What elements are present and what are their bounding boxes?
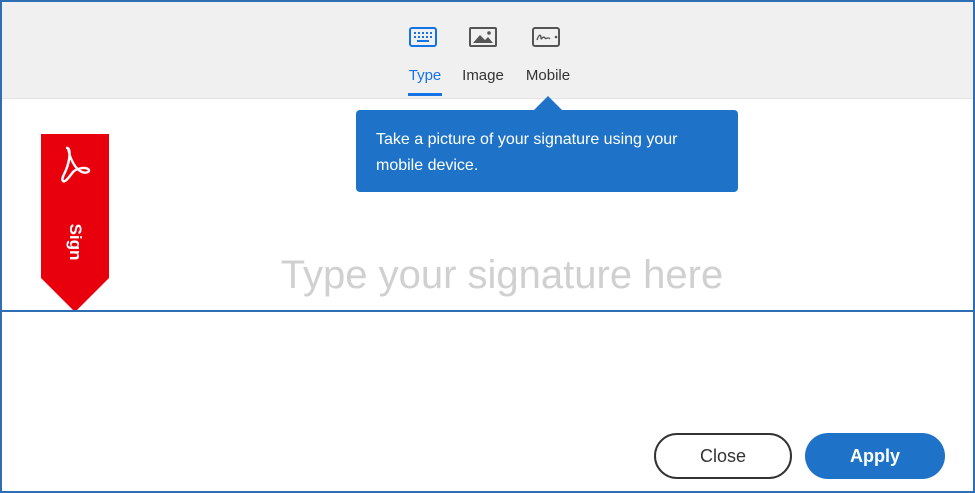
mobile-device-icon[interactable] (532, 26, 560, 48)
sign-ribbon-label: Sign (66, 223, 85, 261)
signature-dialog: Type Image Mobile Take a picture of your… (0, 0, 975, 493)
tab-image[interactable]: Image (462, 67, 504, 84)
image-icon[interactable] (469, 26, 497, 48)
signature-baseline (2, 310, 973, 312)
signature-input[interactable] (222, 242, 782, 308)
signature-method-tabbar: Type Image Mobile (2, 2, 973, 99)
tooltip-arrow (534, 96, 562, 110)
apply-button[interactable]: Apply (805, 433, 945, 479)
mobile-tooltip: Take a picture of your signature using y… (356, 110, 738, 192)
tab-type[interactable]: Type (409, 67, 442, 84)
close-button[interactable]: Close (654, 433, 792, 479)
active-tab-indicator (408, 93, 442, 96)
keyboard-icon[interactable] (409, 26, 437, 48)
tooltip-text: Take a picture of your signature using y… (376, 131, 678, 174)
tab-mobile[interactable]: Mobile (526, 67, 570, 84)
